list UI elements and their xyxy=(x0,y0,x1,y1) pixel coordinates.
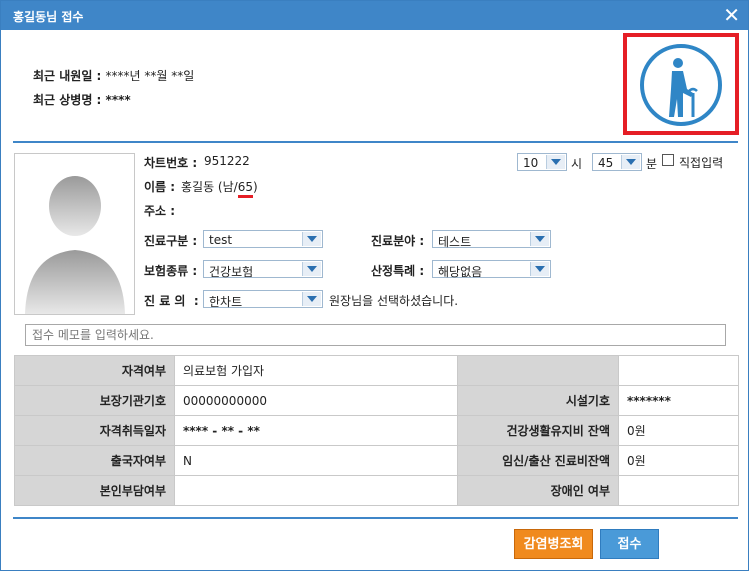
manual-input-label: 직접입력 xyxy=(679,156,724,170)
doctor-label: 진 료 의 : xyxy=(144,294,199,308)
table-cell: **** - ** - ** xyxy=(174,415,458,446)
table-header-cell: 자격취득일자 xyxy=(14,415,175,446)
infection-lookup-button[interactable]: 감염병조회 xyxy=(514,529,593,559)
recent-visit-label: 최근 내원일 : xyxy=(33,69,102,83)
register-button[interactable]: 접수 xyxy=(600,529,659,559)
table-row: 보장기관기호 00000000000 시설기호 ******* xyxy=(14,385,739,416)
address-label: 주소 : xyxy=(144,204,176,218)
table-row: 본인부담여부 장애인 여부 xyxy=(14,475,739,506)
table-header-cell: 임신/출산 진료비잔액 xyxy=(457,445,619,476)
reception-dialog: 홍길동님 접수 ✕ 최근 내원일 : ****년 **월 **일 최근 상병명 … xyxy=(0,0,749,571)
chart-no-value: 951222 xyxy=(204,154,250,168)
minute-value: 45 xyxy=(598,156,614,170)
table-row: 자격취득일자 **** - ** - ** 건강생활유지비 잔액 0원 xyxy=(14,415,739,446)
insurance-value: 건강보험 xyxy=(209,265,254,279)
chevron-down-icon[interactable] xyxy=(530,262,549,276)
table-cell xyxy=(618,475,739,506)
care-type-value: test xyxy=(209,233,233,247)
memo-input[interactable] xyxy=(25,324,726,346)
chevron-down-icon[interactable] xyxy=(302,262,321,276)
window-title: 홍길동님 접수 xyxy=(13,10,84,24)
table-cell: ******* xyxy=(618,385,739,416)
avatar-silhouette-icon xyxy=(25,176,125,314)
table-header-cell: 출국자여부 xyxy=(14,445,175,476)
elderly-indicator xyxy=(623,33,739,135)
table-cell: 의료보험 가입자 xyxy=(174,355,458,386)
insurance-label: 보험종류 : xyxy=(144,264,198,278)
table-cell: 00000000000 xyxy=(174,385,458,416)
name-suffix: ) xyxy=(252,180,258,194)
hour-value: 10 xyxy=(523,156,539,170)
care-type-select[interactable]: test xyxy=(203,230,323,248)
doctor-select[interactable]: 한차트 xyxy=(203,290,323,309)
minute-select[interactable]: 45 xyxy=(592,153,642,171)
care-type-label: 진료구분 : xyxy=(144,234,198,248)
chevron-down-icon[interactable] xyxy=(546,155,565,169)
doctor-note: 원장님을 선택하셨습니다. xyxy=(329,294,459,308)
care-field-select[interactable]: 테스트 xyxy=(432,230,551,249)
doctor-value: 한차트 xyxy=(209,295,243,309)
table-header-cell: 시설기호 xyxy=(457,385,619,416)
table-header-cell: 보장기관기호 xyxy=(14,385,175,416)
elderly-person-icon xyxy=(640,44,722,126)
table-header-cell: 자격여부 xyxy=(14,355,175,386)
table-cell: N xyxy=(174,445,458,476)
table-row: 출국자여부 N 임신/출산 진료비잔액 0원 xyxy=(14,445,739,476)
recent-disease: 최근 상병명 : **** xyxy=(33,91,131,108)
title-bar[interactable]: 홍길동님 접수 ✕ xyxy=(1,1,748,30)
table-header-cell: 장애인 여부 xyxy=(457,475,619,506)
chart-no-label: 차트번호 : xyxy=(144,156,198,170)
patient-age: 65 xyxy=(237,180,253,198)
table-header-cell: 본인부담여부 xyxy=(14,475,175,506)
table-header-cell: 건강생활유지비 잔액 xyxy=(457,415,619,446)
chevron-down-icon[interactable] xyxy=(621,155,640,169)
table-row: 자격여부 의료보험 가입자 xyxy=(14,355,739,386)
minute-label: 분 xyxy=(646,157,658,171)
insurance-info-table: 자격여부 의료보험 가입자 보장기관기호 00000000000 시설기호 **… xyxy=(14,355,739,506)
patient-photo xyxy=(14,153,135,315)
chevron-down-icon[interactable] xyxy=(530,232,549,246)
recent-visit: 최근 내원일 : ****년 **월 **일 xyxy=(33,67,194,84)
insurance-select[interactable]: 건강보험 xyxy=(203,260,323,279)
table-cell xyxy=(618,355,739,386)
manual-input-checkbox[interactable] xyxy=(662,154,674,166)
special-select[interactable]: 해당없음 xyxy=(432,260,551,279)
care-field-value: 테스트 xyxy=(438,235,472,249)
table-cell xyxy=(174,475,458,506)
divider-top xyxy=(13,141,738,143)
care-field-label: 진료분야 : xyxy=(371,234,425,248)
patient-name: 홍길동 (남/65) xyxy=(181,178,258,198)
recent-disease-value: **** xyxy=(105,93,131,107)
chevron-down-icon[interactable] xyxy=(302,232,321,246)
table-header-cell xyxy=(457,355,619,386)
hour-select[interactable]: 10 xyxy=(517,153,567,171)
chevron-down-icon[interactable] xyxy=(302,292,321,306)
special-label: 산정특례 : xyxy=(371,264,425,278)
table-cell: 0원 xyxy=(618,415,739,446)
recent-visit-value: ****년 **월 **일 xyxy=(105,69,195,83)
close-icon[interactable]: ✕ xyxy=(723,4,740,26)
name-label: 이름 : xyxy=(144,180,176,194)
name-prefix: 홍길동 (남/ xyxy=(181,180,238,194)
hour-label: 시 xyxy=(571,157,583,171)
special-value: 해당없음 xyxy=(438,265,483,279)
divider-bottom xyxy=(13,517,738,519)
recent-disease-label: 최근 상병명 : xyxy=(33,93,102,107)
table-cell: 0원 xyxy=(618,445,739,476)
